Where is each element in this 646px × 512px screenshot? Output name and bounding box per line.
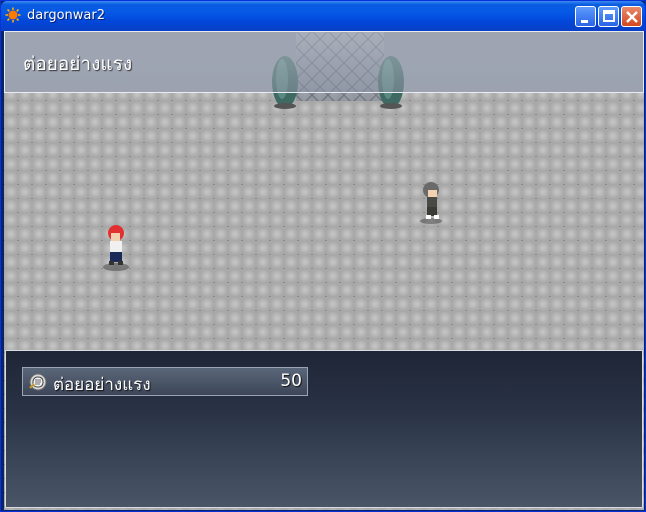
skill-cost: 50	[280, 371, 302, 391]
skill-name: ต่อยอย่างแรง	[53, 375, 151, 395]
game-screen[interactable]: ต่อยอย่างแรง ต่อยอย่างแรง 50	[4, 31, 644, 510]
minimize-button[interactable]	[575, 6, 596, 27]
skill-item[interactable]: ต่อยอย่างแรง 50	[22, 367, 308, 396]
title-bar[interactable]: dargonwar2	[1, 1, 645, 31]
close-icon	[626, 11, 638, 23]
fist-icon	[28, 372, 48, 392]
maximize-icon	[603, 10, 615, 22]
game-window: dargonwar2 ต่อยอย่างแรง ต่อยอย่างแรง 50	[0, 0, 646, 512]
skill-message-window: ต่อยอย่างแรง	[4, 31, 644, 93]
close-button[interactable]	[621, 6, 642, 27]
skill-message-text: ต่อยอย่างแรง	[23, 53, 133, 75]
window-title: dargonwar2	[27, 8, 105, 23]
minimize-icon	[581, 20, 588, 23]
grey-haired-opponent-sprite[interactable]	[416, 181, 446, 225]
maximize-button[interactable]	[598, 6, 619, 27]
red-haired-hero-sprite[interactable]	[102, 223, 132, 271]
app-sun-icon	[5, 7, 21, 23]
skill-list-panel: ต่อยอย่างแรง 50	[5, 350, 643, 508]
